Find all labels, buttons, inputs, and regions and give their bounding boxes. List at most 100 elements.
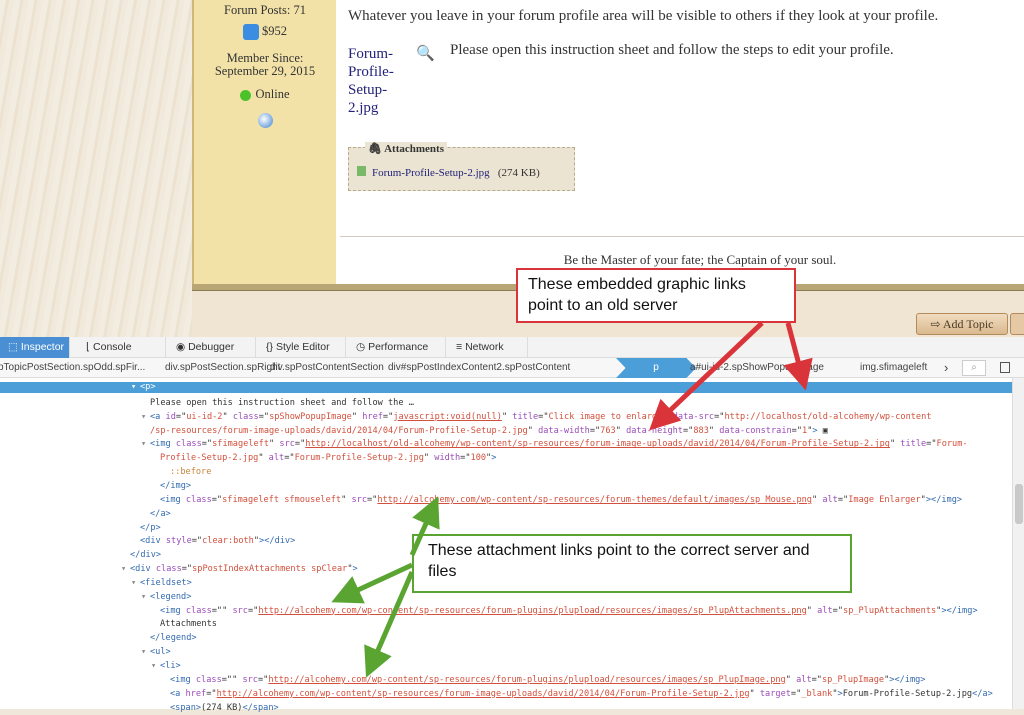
markup-line[interactable]: </p> [0, 521, 1012, 535]
markup-token: " [222, 411, 233, 422]
tab-debugger[interactable]: ◉ Debugger [168, 337, 256, 358]
markup-token[interactable]: javascript:void(null) [393, 412, 502, 422]
expand-twisty-icon[interactable]: ▾ [131, 576, 136, 590]
markup-token: =" [832, 605, 844, 616]
paperclip-icon: 🖇 [368, 143, 385, 155]
markup-token[interactable]: http://alcohemy.com/wp-content/sp-resour… [217, 689, 750, 699]
breadcrumb-item[interactable]: div#spPostIndexContent2.spPostContent [388, 358, 570, 378]
markup-line[interactable]: <span>(274 KB)</span> [0, 701, 1012, 715]
expand-twisty-icon[interactable]: ▾ [151, 659, 156, 673]
performance-icon: ◷ [356, 341, 366, 353]
markup-token: =" [460, 453, 471, 464]
breadcrumb-item[interactable]: img.sfimageleft [860, 358, 927, 378]
markup-token: sp_PlupAttachments [843, 605, 937, 616]
markup-token[interactable]: http://alcohemy.com/wp-content/sp-resour… [258, 606, 806, 616]
tab-inspector[interactable]: ⬚ Inspector [0, 337, 70, 358]
markup-token: <div [140, 536, 166, 547]
markup-token: sp_PlupImage [821, 674, 885, 685]
expand-twisty-icon[interactable]: ▾ [141, 645, 146, 659]
markup-line[interactable]: ▾ <li> [0, 659, 1012, 673]
attachment-link[interactable]: Forum-Profile-Setup-2.jpg [372, 167, 490, 179]
expand-twisty-icon[interactable]: ▾ [121, 562, 126, 576]
markup-line[interactable]: ▾ <p> [0, 382, 1012, 393]
markup-token: " [258, 453, 269, 464]
markup-token: class [155, 564, 182, 575]
markup-token[interactable]: http://localhost/old-alcohemy/wp-content… [305, 439, 890, 449]
markup-line[interactable]: Profile-Setup-2.jpg" alt="Forum-Profile-… [0, 451, 1012, 465]
markup-token[interactable]: http://alcohemy.com/wp-content/sp-resour… [268, 675, 785, 685]
console-icon: ⌊ [86, 341, 91, 353]
markup-line[interactable]: /sp-resources/forum-image-uploads/david/… [0, 424, 1012, 438]
globe-icon[interactable] [194, 113, 336, 132]
markup-token: spPostIndexAttachments spClear [192, 564, 348, 575]
markup-token: data-height [626, 425, 683, 436]
markup-line[interactable]: Attachments [0, 617, 1012, 631]
markup-line[interactable]: ▾ <img class="sfimageleft" src="http://lo… [0, 437, 1012, 451]
add-topic-button[interactable]: ⇨ Add Topic [916, 313, 1008, 335]
magnifier-icon[interactable]: 🔍 [416, 44, 435, 63]
expand-twisty-icon[interactable]: ▾ [141, 410, 146, 424]
markup-line[interactable]: <img class="" src="http://alcohemy.com/w… [0, 604, 1012, 618]
tab-console[interactable]: ⌊ Console [78, 337, 166, 358]
markup-token: =" [284, 453, 295, 464]
post-intro: Whatever you leave in your forum profile… [348, 8, 939, 24]
markup-token: href [362, 411, 383, 422]
markup-token: =" [382, 411, 394, 422]
breadcrumb-item[interactable]: div.spPostSection.spRight [165, 358, 280, 378]
tab-performance[interactable]: ◷ Performance [348, 337, 446, 358]
markup-line[interactable]: </legend> [0, 631, 1012, 645]
post-image-link[interactable]: Forum-Profile-Setup-2.jpg [348, 45, 408, 117]
markup-token: Forum-Profile-Setup-2.jpg [842, 688, 973, 699]
breadcrumb-overflow-arrow[interactable]: › [944, 358, 948, 378]
markup-token: " [269, 439, 280, 450]
scrollbar-thumb[interactable] [1015, 484, 1023, 524]
markup-token: " [423, 453, 435, 464]
markup-token: <ul> [150, 647, 171, 658]
devtools-toolbar: ⬚ Inspector ⌊ Console ◉ Debugger{} Style E… [0, 337, 1024, 358]
expand-twisty-icon[interactable]: ▾ [141, 590, 146, 604]
scrollbar[interactable] [1012, 378, 1024, 709]
markup-token: </div> [130, 550, 162, 561]
markup-token: " [749, 688, 760, 699]
toggle-sidebar-icon[interactable] [1000, 362, 1010, 373]
markup-token[interactable]: http://alcohemy.com/wp-content/sp-resour… [377, 495, 812, 505]
tab-style-editor[interactable]: {} Style Editor [258, 337, 346, 358]
markup-token: " [527, 425, 539, 436]
markup-token: Forum- [936, 439, 968, 450]
markup-line[interactable]: ▾ <a id="ui-id-2" class="spShowPopupImage… [0, 410, 1012, 424]
markup-token: ></img> [925, 494, 963, 505]
breadcrumb-item[interactable]: pTopicPostSection.spOdd.spFir... [0, 358, 145, 378]
markup-token: =" [211, 494, 223, 505]
tab-network[interactable]: ≡ Network [448, 337, 528, 358]
markup-line[interactable]: Please open this instruction sheet and f… [0, 396, 1012, 410]
markup-token: </span> [242, 702, 279, 713]
network-icon: ≡ [456, 341, 463, 353]
markup-token: " [615, 425, 627, 436]
breadcrumb-item[interactable]: div.spPostContentSection [270, 358, 384, 378]
markup-line[interactable]: <img class="" src="http://alcohemy.com/w… [0, 673, 1012, 687]
markup-line[interactable]: <img class="sfimageleft sfmouseleft" src… [0, 493, 1012, 507]
markup-line[interactable]: </a> [0, 507, 1012, 521]
breadcrumb-item[interactable]: p [616, 358, 696, 378]
forum-posts: Forum Posts: 71 [224, 3, 306, 17]
markup-token: class [185, 605, 212, 616]
markup-token: " [889, 439, 901, 450]
markup-line[interactable]: <a href="http://alcohemy.com/wp-content/… [0, 687, 1012, 701]
search-icon[interactable]: ⌕ [962, 360, 986, 376]
markup-token: =" [837, 494, 849, 505]
markup-token: data-width [538, 425, 590, 436]
markup-token: <fieldset> [140, 577, 192, 588]
breadcrumb-item[interactable]: a#ui-id-2.spShowPopupImage [690, 358, 824, 378]
expand-twisty-icon[interactable]: ▾ [141, 437, 146, 451]
markup-token: =" [367, 494, 378, 505]
markup-line[interactable]: ::before [0, 465, 1012, 479]
markup-token: Forum-Profile-Setup-2.jpg [294, 453, 424, 464]
markup-line[interactable]: ▾ <ul> [0, 645, 1012, 659]
markup-token: http://localhost/old-alcohemy/wp-content [724, 411, 932, 422]
reply-button[interactable] [1010, 313, 1024, 335]
expand-twisty-icon[interactable]: ▾ [131, 382, 136, 393]
markup-line[interactable]: </img> [0, 479, 1012, 493]
markup-token: =" [714, 411, 725, 422]
markup-token: =" [206, 688, 217, 699]
markup-token: sfimageleft [212, 439, 270, 450]
